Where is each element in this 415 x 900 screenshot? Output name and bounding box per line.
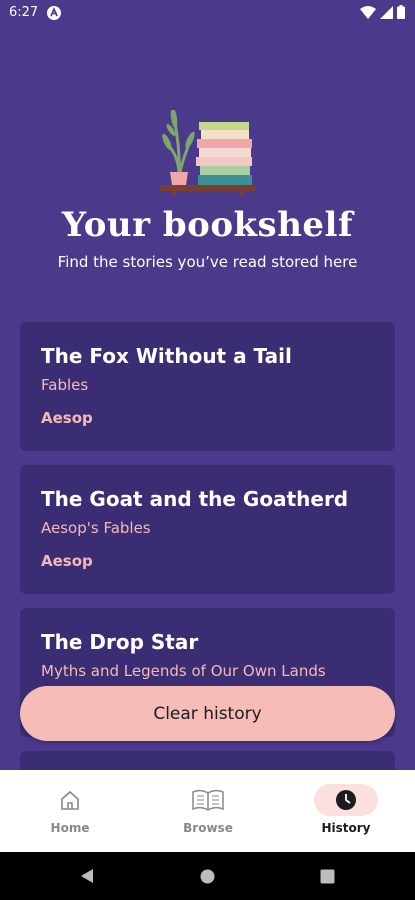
- home-circle-icon[interactable]: [200, 869, 215, 884]
- clear-history-button[interactable]: Clear history: [20, 686, 395, 741]
- clock-icon: [336, 790, 356, 810]
- story-title: The Fox Without a Tail: [41, 344, 292, 368]
- nav-icon-container: [176, 784, 240, 816]
- app-notification-icon: [47, 6, 61, 20]
- nav-item-browse[interactable]: Browse: [139, 770, 277, 852]
- recents-icon[interactable]: [320, 869, 335, 884]
- wifi-icon: [360, 5, 376, 19]
- back-icon[interactable]: [79, 868, 95, 884]
- nav-icon-container: [38, 784, 102, 816]
- bottom-navigation: Home Browse History: [0, 770, 415, 852]
- page-subtitle: Find the stories you’ve read stored here: [57, 253, 358, 271]
- story-title: The Drop Star: [41, 630, 199, 654]
- status-icons: [360, 5, 405, 19]
- nav-item-home[interactable]: Home: [1, 770, 139, 852]
- nav-icon-container: [314, 784, 378, 816]
- story-author: Aesop: [41, 409, 93, 427]
- story-card[interactable]: The Fox Without a Tail Fables Aesop: [20, 322, 395, 451]
- story-title: The Goat and the Goatherd: [41, 487, 349, 511]
- battery-icon: [397, 5, 405, 19]
- bookshelf-illustration: [160, 110, 256, 195]
- story-collection: Fables: [41, 376, 89, 394]
- nav-label: Browse: [183, 821, 233, 835]
- story-collection: Aesop's Fables: [41, 519, 151, 537]
- status-bar: 6:27: [0, 0, 415, 26]
- page-title: Your bookshelf: [61, 205, 354, 245]
- nav-label: Home: [50, 821, 90, 835]
- story-author: Aesop: [41, 552, 93, 570]
- signal-icon: [380, 5, 393, 19]
- nav-label: History: [321, 821, 371, 835]
- nav-item-history[interactable]: History: [277, 770, 415, 852]
- home-icon: [61, 790, 79, 810]
- story-collection: Myths and Legends of Our Own Lands: [41, 662, 326, 680]
- story-card[interactable]: The Goat and the Goatherd Aesop's Fables…: [20, 465, 395, 594]
- book-icon: [192, 789, 224, 811]
- status-time: 6:27: [9, 5, 39, 20]
- system-navigation-bar: [0, 852, 415, 900]
